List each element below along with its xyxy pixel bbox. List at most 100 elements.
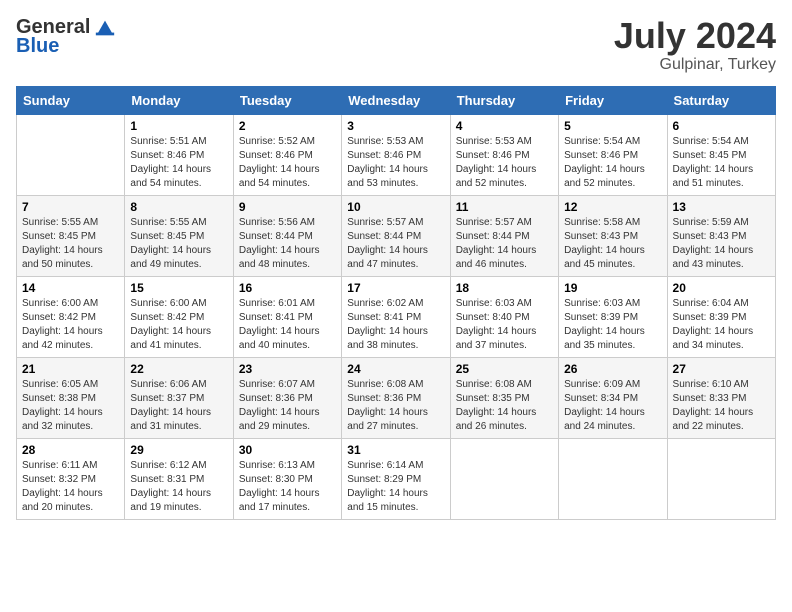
calendar-cell xyxy=(559,438,667,519)
calendar-cell: 26 Sunrise: 6:09 AM Sunset: 8:34 PM Dayl… xyxy=(559,357,667,438)
calendar-cell xyxy=(17,114,125,195)
logo-blue: Blue xyxy=(16,35,59,58)
day-number: 8 xyxy=(130,200,227,214)
calendar-week-row: 1 Sunrise: 5:51 AM Sunset: 8:46 PM Dayli… xyxy=(17,114,776,195)
day-number: 15 xyxy=(130,281,227,295)
day-number: 19 xyxy=(564,281,661,295)
day-info: Sunrise: 6:11 AM Sunset: 8:32 PM Dayligh… xyxy=(22,459,119,515)
day-info: Sunrise: 5:58 AM Sunset: 8:43 PM Dayligh… xyxy=(564,216,661,272)
calendar-cell: 24 Sunrise: 6:08 AM Sunset: 8:36 PM Dayl… xyxy=(342,357,450,438)
weekday-header: Tuesday xyxy=(233,86,341,114)
calendar-table: SundayMondayTuesdayWednesdayThursdayFrid… xyxy=(16,86,776,520)
calendar-cell: 4 Sunrise: 5:53 AM Sunset: 8:46 PM Dayli… xyxy=(450,114,558,195)
calendar-cell: 17 Sunrise: 6:02 AM Sunset: 8:41 PM Dayl… xyxy=(342,276,450,357)
calendar-cell: 29 Sunrise: 6:12 AM Sunset: 8:31 PM Dayl… xyxy=(125,438,233,519)
day-number: 16 xyxy=(239,281,336,295)
calendar-cell: 20 Sunrise: 6:04 AM Sunset: 8:39 PM Dayl… xyxy=(667,276,775,357)
day-number: 30 xyxy=(239,443,336,457)
day-info: Sunrise: 6:00 AM Sunset: 8:42 PM Dayligh… xyxy=(22,297,119,353)
page-header: General Blue July 2024 Gulpinar, Turkey xyxy=(16,16,776,74)
day-info: Sunrise: 6:14 AM Sunset: 8:29 PM Dayligh… xyxy=(347,459,444,515)
day-info: Sunrise: 5:57 AM Sunset: 8:44 PM Dayligh… xyxy=(456,216,553,272)
location: Gulpinar, Turkey xyxy=(614,56,776,74)
day-info: Sunrise: 5:52 AM Sunset: 8:46 PM Dayligh… xyxy=(239,135,336,191)
day-info: Sunrise: 6:03 AM Sunset: 8:39 PM Dayligh… xyxy=(564,297,661,353)
day-number: 13 xyxy=(673,200,770,214)
day-number: 3 xyxy=(347,119,444,133)
weekday-header: Friday xyxy=(559,86,667,114)
day-number: 9 xyxy=(239,200,336,214)
day-info: Sunrise: 6:10 AM Sunset: 8:33 PM Dayligh… xyxy=(673,378,770,434)
calendar-cell: 25 Sunrise: 6:08 AM Sunset: 8:35 PM Dayl… xyxy=(450,357,558,438)
day-number: 6 xyxy=(673,119,770,133)
day-info: Sunrise: 6:02 AM Sunset: 8:41 PM Dayligh… xyxy=(347,297,444,353)
day-info: Sunrise: 5:53 AM Sunset: 8:46 PM Dayligh… xyxy=(347,135,444,191)
calendar-week-row: 28 Sunrise: 6:11 AM Sunset: 8:32 PM Dayl… xyxy=(17,438,776,519)
calendar-cell: 6 Sunrise: 5:54 AM Sunset: 8:45 PM Dayli… xyxy=(667,114,775,195)
day-info: Sunrise: 5:56 AM Sunset: 8:44 PM Dayligh… xyxy=(239,216,336,272)
calendar-cell: 10 Sunrise: 5:57 AM Sunset: 8:44 PM Dayl… xyxy=(342,195,450,276)
day-info: Sunrise: 6:06 AM Sunset: 8:37 PM Dayligh… xyxy=(130,378,227,434)
weekday-header: Wednesday xyxy=(342,86,450,114)
day-number: 11 xyxy=(456,200,553,214)
calendar-header-row: SundayMondayTuesdayWednesdayThursdayFrid… xyxy=(17,86,776,114)
day-number: 31 xyxy=(347,443,444,457)
day-info: Sunrise: 6:07 AM Sunset: 8:36 PM Dayligh… xyxy=(239,378,336,434)
day-number: 21 xyxy=(22,362,119,376)
day-info: Sunrise: 5:51 AM Sunset: 8:46 PM Dayligh… xyxy=(130,135,227,191)
day-info: Sunrise: 6:01 AM Sunset: 8:41 PM Dayligh… xyxy=(239,297,336,353)
day-number: 27 xyxy=(673,362,770,376)
calendar-cell: 2 Sunrise: 5:52 AM Sunset: 8:46 PM Dayli… xyxy=(233,114,341,195)
logo: General Blue xyxy=(16,16,116,58)
calendar-cell: 1 Sunrise: 5:51 AM Sunset: 8:46 PM Dayli… xyxy=(125,114,233,195)
month-year: July 2024 xyxy=(614,16,776,56)
logo-icon xyxy=(94,17,116,39)
day-number: 25 xyxy=(456,362,553,376)
day-info: Sunrise: 6:05 AM Sunset: 8:38 PM Dayligh… xyxy=(22,378,119,434)
calendar-cell: 7 Sunrise: 5:55 AM Sunset: 8:45 PM Dayli… xyxy=(17,195,125,276)
calendar-cell: 3 Sunrise: 5:53 AM Sunset: 8:46 PM Dayli… xyxy=(342,114,450,195)
day-number: 28 xyxy=(22,443,119,457)
calendar-cell: 21 Sunrise: 6:05 AM Sunset: 8:38 PM Dayl… xyxy=(17,357,125,438)
weekday-header: Saturday xyxy=(667,86,775,114)
calendar-cell xyxy=(667,438,775,519)
day-number: 18 xyxy=(456,281,553,295)
day-info: Sunrise: 6:03 AM Sunset: 8:40 PM Dayligh… xyxy=(456,297,553,353)
calendar-cell: 27 Sunrise: 6:10 AM Sunset: 8:33 PM Dayl… xyxy=(667,357,775,438)
calendar-cell: 14 Sunrise: 6:00 AM Sunset: 8:42 PM Dayl… xyxy=(17,276,125,357)
calendar-cell: 5 Sunrise: 5:54 AM Sunset: 8:46 PM Dayli… xyxy=(559,114,667,195)
calendar-week-row: 7 Sunrise: 5:55 AM Sunset: 8:45 PM Dayli… xyxy=(17,195,776,276)
day-number: 1 xyxy=(130,119,227,133)
day-info: Sunrise: 6:08 AM Sunset: 8:35 PM Dayligh… xyxy=(456,378,553,434)
day-number: 7 xyxy=(22,200,119,214)
calendar-cell: 16 Sunrise: 6:01 AM Sunset: 8:41 PM Dayl… xyxy=(233,276,341,357)
day-info: Sunrise: 6:13 AM Sunset: 8:30 PM Dayligh… xyxy=(239,459,336,515)
day-number: 2 xyxy=(239,119,336,133)
calendar-body: 1 Sunrise: 5:51 AM Sunset: 8:46 PM Dayli… xyxy=(17,114,776,519)
day-info: Sunrise: 6:09 AM Sunset: 8:34 PM Dayligh… xyxy=(564,378,661,434)
day-info: Sunrise: 5:59 AM Sunset: 8:43 PM Dayligh… xyxy=(673,216,770,272)
day-number: 24 xyxy=(347,362,444,376)
day-info: Sunrise: 5:54 AM Sunset: 8:46 PM Dayligh… xyxy=(564,135,661,191)
calendar-cell: 8 Sunrise: 5:55 AM Sunset: 8:45 PM Dayli… xyxy=(125,195,233,276)
day-info: Sunrise: 6:08 AM Sunset: 8:36 PM Dayligh… xyxy=(347,378,444,434)
calendar-cell xyxy=(450,438,558,519)
day-number: 23 xyxy=(239,362,336,376)
calendar-cell: 28 Sunrise: 6:11 AM Sunset: 8:32 PM Dayl… xyxy=(17,438,125,519)
day-number: 14 xyxy=(22,281,119,295)
calendar-cell: 12 Sunrise: 5:58 AM Sunset: 8:43 PM Dayl… xyxy=(559,195,667,276)
day-number: 22 xyxy=(130,362,227,376)
calendar-cell: 18 Sunrise: 6:03 AM Sunset: 8:40 PM Dayl… xyxy=(450,276,558,357)
calendar-cell: 15 Sunrise: 6:00 AM Sunset: 8:42 PM Dayl… xyxy=(125,276,233,357)
weekday-header: Thursday xyxy=(450,86,558,114)
day-info: Sunrise: 6:00 AM Sunset: 8:42 PM Dayligh… xyxy=(130,297,227,353)
day-number: 12 xyxy=(564,200,661,214)
day-number: 5 xyxy=(564,119,661,133)
calendar-week-row: 21 Sunrise: 6:05 AM Sunset: 8:38 PM Dayl… xyxy=(17,357,776,438)
day-number: 10 xyxy=(347,200,444,214)
day-number: 17 xyxy=(347,281,444,295)
weekday-header: Sunday xyxy=(17,86,125,114)
day-info: Sunrise: 5:57 AM Sunset: 8:44 PM Dayligh… xyxy=(347,216,444,272)
day-info: Sunrise: 5:53 AM Sunset: 8:46 PM Dayligh… xyxy=(456,135,553,191)
day-number: 20 xyxy=(673,281,770,295)
